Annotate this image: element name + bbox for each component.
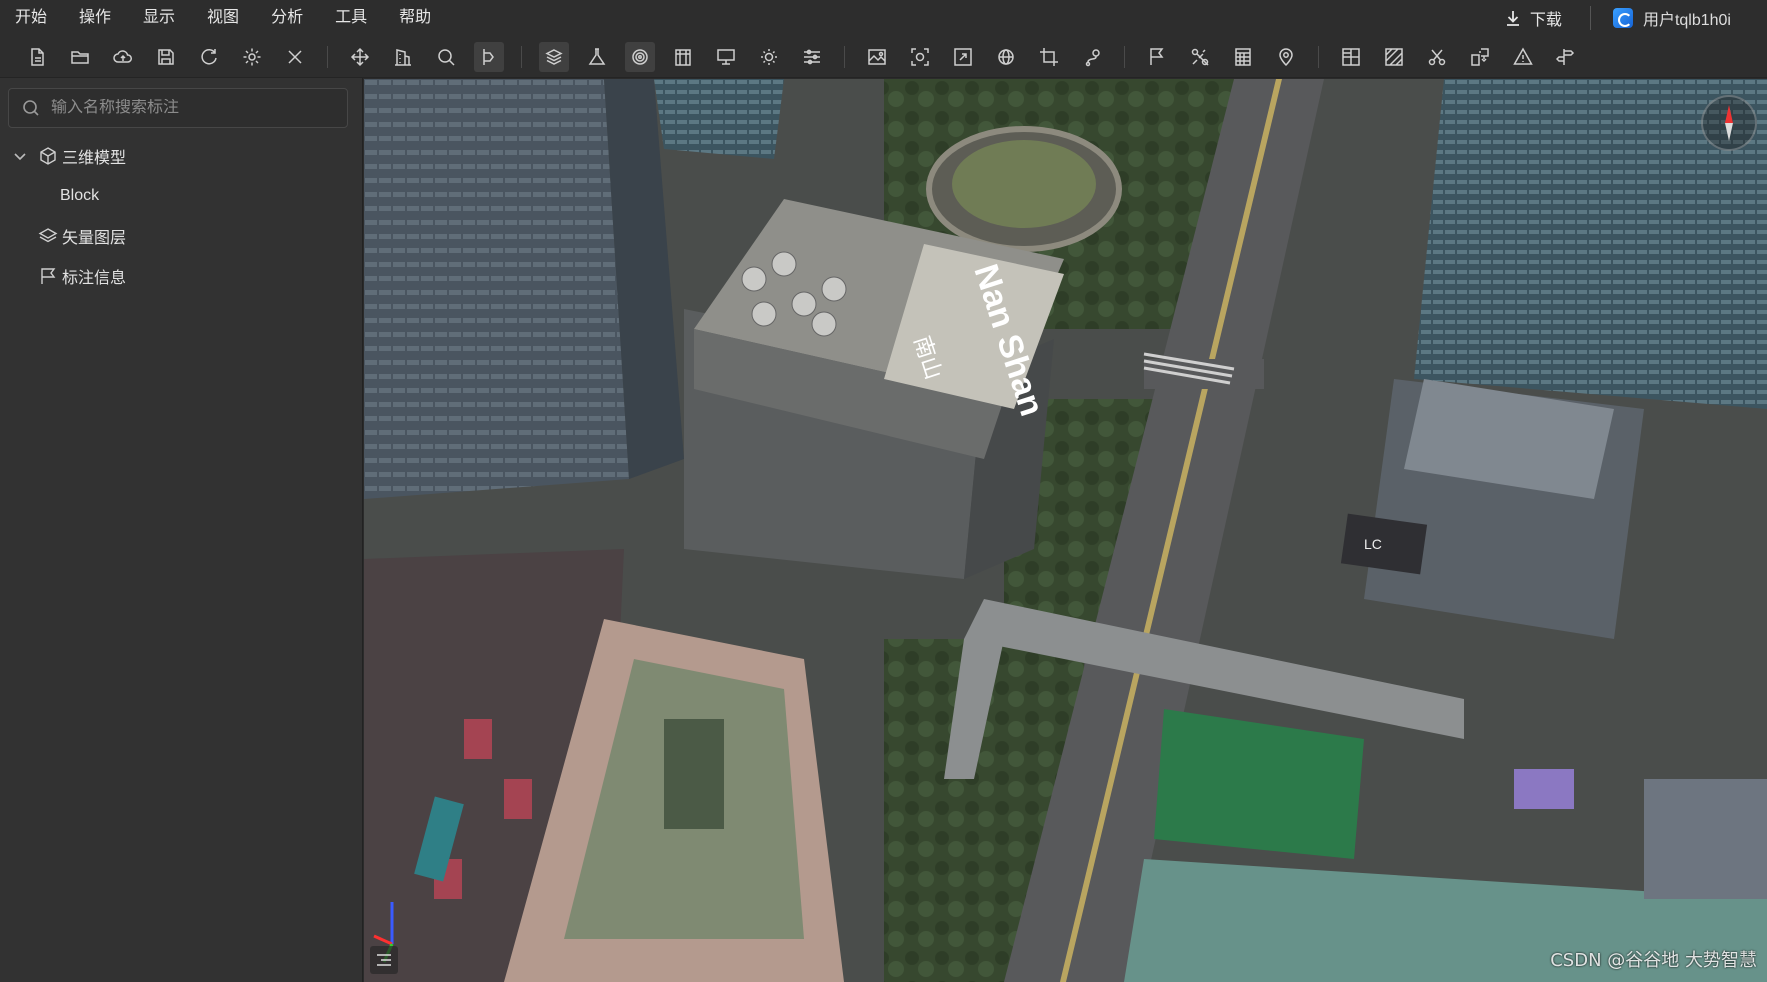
- cube-icon: [38, 146, 58, 166]
- user-name: 用户tqlb1h0i: [1642, 12, 1731, 29]
- building-icon[interactable]: [388, 42, 418, 72]
- new-file-icon[interactable]: [22, 42, 52, 72]
- download-button[interactable]: 下载: [1504, 0, 1590, 36]
- grid-building-icon[interactable]: [668, 42, 698, 72]
- route-icon[interactable]: [1077, 42, 1107, 72]
- scan-icon[interactable]: [905, 42, 935, 72]
- tree-node-label: 三维模型: [62, 150, 127, 167]
- close-icon[interactable]: [280, 42, 310, 72]
- download-label: 下载: [1529, 12, 1562, 29]
- sliders-icon[interactable]: [797, 42, 827, 72]
- settings-icon[interactable]: [237, 42, 267, 72]
- transform-icon[interactable]: [1465, 42, 1495, 72]
- cut-icon[interactable]: [1422, 42, 1452, 72]
- expand-icon[interactable]: [948, 42, 978, 72]
- user-menu[interactable]: 用户tqlb1h0i: [1612, 6, 1767, 30]
- move-icon[interactable]: [345, 42, 375, 72]
- app-logo-icon: [1612, 8, 1633, 28]
- toolbar-divider: [521, 45, 522, 68]
- menu-display[interactable]: 显示: [127, 0, 191, 36]
- menu-view[interactable]: 视图: [191, 0, 255, 36]
- hatch-icon[interactable]: [1379, 42, 1409, 72]
- watermark-text: CSDN @谷谷地 大势智慧: [1550, 950, 1757, 971]
- cloud-upload-icon[interactable]: [108, 42, 138, 72]
- store-logo-text: LC: [1364, 536, 1382, 552]
- monitor-icon[interactable]: [711, 42, 741, 72]
- toolbar-divider: [1124, 45, 1125, 68]
- refresh-icon[interactable]: [194, 42, 224, 72]
- tree-node-vector-layer[interactable]: 矢量图层: [0, 216, 363, 256]
- sidebar: 三维模型 Block 矢量图层 标注信息: [0, 78, 363, 982]
- image-icon[interactable]: [862, 42, 892, 72]
- toolbar-divider: [844, 45, 845, 68]
- menu-analysis[interactable]: 分析: [255, 0, 319, 36]
- search-box[interactable]: [8, 88, 348, 128]
- tree-node-annotations[interactable]: 标注信息: [0, 256, 363, 296]
- compass-icon[interactable]: [1701, 95, 1757, 151]
- watermark: CSDN @谷谷地 大势智慧: [1550, 946, 1757, 972]
- layers-icon[interactable]: [539, 41, 569, 72]
- 3d-viewport[interactable]: Nan Shan 南山 LC CSDN @谷谷地 大势智慧: [364, 79, 1767, 982]
- flask-icon[interactable]: [582, 42, 612, 72]
- tree-node-label: Block: [60, 187, 100, 204]
- toolbar: [0, 36, 1767, 78]
- toolbar-divider: [1318, 45, 1319, 68]
- save-icon[interactable]: [151, 42, 181, 72]
- scissors-x-icon[interactable]: [1185, 42, 1215, 72]
- light-icon[interactable]: [754, 42, 784, 72]
- tree-node-label: 矢量图层: [62, 230, 127, 247]
- flag-icon: [38, 266, 58, 286]
- menu-start[interactable]: 开始: [0, 0, 63, 36]
- list-icon: [377, 954, 391, 966]
- search-icon: [23, 100, 39, 116]
- crop-icon[interactable]: [1034, 42, 1064, 72]
- city-scene: Nan Shan 南山 LC: [364, 79, 1767, 982]
- warning-icon[interactable]: [1508, 42, 1538, 72]
- tree-node-3d-model[interactable]: 三维模型: [0, 136, 363, 176]
- menu-help[interactable]: 帮助: [383, 0, 447, 36]
- toolbar-divider: [327, 45, 328, 68]
- location-icon[interactable]: [1271, 42, 1301, 72]
- menu-operate[interactable]: 操作: [63, 0, 127, 36]
- zoom-icon[interactable]: [431, 42, 461, 72]
- menu-divider: [1589, 6, 1591, 30]
- menu-bar: 开始 操作 显示 视图 分析 工具 帮助 下载 用户tqlb1h0i: [0, 0, 1767, 36]
- tile-icon[interactable]: [1336, 42, 1366, 72]
- open-folder-icon[interactable]: [65, 42, 95, 72]
- layers-icon: [38, 226, 58, 246]
- calculator-icon[interactable]: [1228, 42, 1258, 72]
- fly-to-icon[interactable]: [474, 41, 504, 72]
- search-input[interactable]: [51, 99, 331, 117]
- tree-node-block[interactable]: Block: [0, 176, 363, 216]
- flag-icon[interactable]: [1142, 42, 1172, 72]
- layer-tree: 三维模型 Block 矢量图层 标注信息: [0, 136, 363, 296]
- target-icon[interactable]: [625, 41, 655, 72]
- chevron-down-icon[interactable]: [12, 148, 28, 164]
- tree-node-label: 标注信息: [62, 270, 127, 287]
- globe-icon[interactable]: [991, 42, 1021, 72]
- layer-menu-button[interactable]: [370, 946, 398, 974]
- menu-tools[interactable]: 工具: [319, 0, 383, 36]
- download-icon: [1506, 11, 1519, 26]
- signpost-icon[interactable]: [1551, 42, 1581, 72]
